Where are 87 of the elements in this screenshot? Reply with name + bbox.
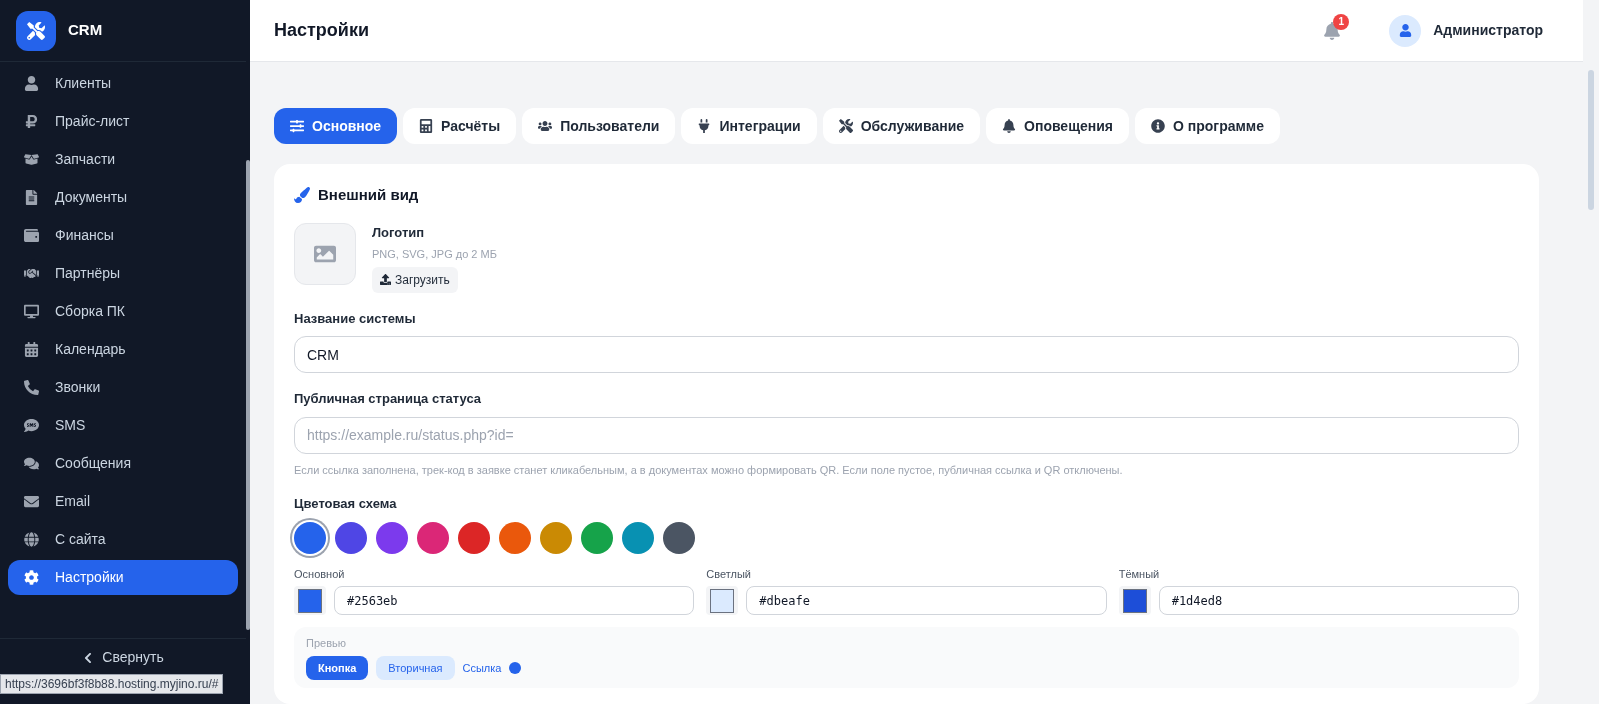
sidebar-item[interactable]: Сообщения xyxy=(8,446,238,481)
url-tooltip: https://3696bf3f8b88.hosting.myjino.ru/# xyxy=(0,674,224,694)
sidebar-item[interactable]: SMS xyxy=(8,408,238,443)
bell-icon xyxy=(1002,119,1017,133)
chat-icon xyxy=(24,456,39,471)
user-icon xyxy=(24,76,39,91)
upload-icon xyxy=(380,274,391,285)
system-name-field[interactable]: CRM xyxy=(294,336,1519,373)
sidebar-item[interactable]: С сайта xyxy=(8,522,238,557)
color-picker[interactable] xyxy=(710,588,735,613)
field-label: Публичная страница статуса xyxy=(294,390,482,408)
color-hex-field[interactable]: #2563eb xyxy=(334,586,695,615)
tools-icon xyxy=(838,119,853,133)
settings-tab[interactable]: Обслуживание xyxy=(822,108,981,144)
primary-button[interactable]: Кнопка xyxy=(306,655,369,680)
brand-name: CRM xyxy=(68,20,103,41)
sliders-icon xyxy=(290,119,304,133)
color-swatch[interactable] xyxy=(622,521,654,554)
collapse-button[interactable]: Свернуть xyxy=(82,647,164,668)
settings-icon xyxy=(24,570,39,585)
calculator-icon xyxy=(419,119,434,133)
avatar-icon xyxy=(1389,14,1422,47)
color-label: Тёмный xyxy=(1118,566,1161,582)
user-name[interactable]: Администратор xyxy=(1433,20,1543,41)
color-hex-field[interactable]: #1d4ed8 xyxy=(1158,586,1519,615)
field-label: Название системы xyxy=(294,309,417,328)
ruble-icon xyxy=(24,114,39,129)
box-icon xyxy=(24,152,39,167)
color-swatch[interactable] xyxy=(335,521,367,554)
color-label: Светлый xyxy=(706,566,752,582)
users-icon xyxy=(538,119,553,133)
globe-icon xyxy=(24,532,39,547)
sidebar-item[interactable]: Настройки xyxy=(8,560,238,595)
color-picker[interactable] xyxy=(298,588,322,613)
secondary-button[interactable]: Вторичная xyxy=(376,655,455,680)
sidebar-item[interactable]: Партнёры xyxy=(8,256,238,291)
logo-label: Логотип xyxy=(372,223,426,242)
color-swatch[interactable] xyxy=(376,521,408,554)
mail-icon xyxy=(24,494,39,509)
sidebar-item[interactable]: Документы xyxy=(8,180,238,215)
help-text: Если ссылка заполнена, трек-код в заявке станет кликабельным, а в документах можно формировать QR. Если поле пустое, публичная ссылка и QR отключены. xyxy=(294,462,1124,478)
wallet-icon xyxy=(24,228,39,243)
settings-tab[interactable]: Оповещения xyxy=(986,108,1129,144)
section-title: Внешний вид xyxy=(318,185,419,205)
settings-tab[interactable]: Основное xyxy=(274,108,398,144)
logo-hint: PNG, SVG, JPG до 2 МБ xyxy=(372,247,497,262)
phone-icon xyxy=(24,380,39,395)
color-swatch[interactable] xyxy=(417,521,449,554)
settings-tab[interactable]: Интеграции xyxy=(681,108,817,144)
brush-icon xyxy=(294,187,310,204)
info-icon xyxy=(1150,119,1165,133)
page-title: Настройки xyxy=(274,19,370,42)
sidebar-item[interactable]: Запчасти xyxy=(8,142,238,177)
calendar-icon xyxy=(24,342,39,357)
settings-tab[interactable]: Расчёты xyxy=(403,108,517,144)
notification-badge: 1 xyxy=(1333,13,1350,30)
sidebar-item[interactable]: Прайс-лист xyxy=(8,104,238,139)
settings-tab[interactable]: Пользователи xyxy=(522,108,676,144)
upload-button[interactable]: Загрузить xyxy=(372,266,458,293)
document-icon xyxy=(24,190,39,205)
logo-placeholder xyxy=(294,222,356,285)
field-label: Цветовая схема xyxy=(294,495,398,513)
sidebar-item[interactable]: Календарь xyxy=(8,332,238,367)
preview-link[interactable]: Ссылка xyxy=(462,659,502,676)
sidebar-item[interactable]: Клиенты xyxy=(8,66,238,101)
color-swatch[interactable] xyxy=(540,521,572,554)
notifications-button[interactable]: 1 xyxy=(1315,13,1350,48)
sidebar-item[interactable]: Финансы xyxy=(8,218,238,253)
color-picker[interactable] xyxy=(1122,588,1147,613)
settings-tab[interactable]: О программе xyxy=(1134,108,1280,144)
logo-icon xyxy=(16,10,56,51)
sidebar-item[interactable]: Звонки xyxy=(8,370,238,405)
sms-icon xyxy=(24,418,39,433)
monitor-icon xyxy=(24,304,39,319)
status-url-field[interactable]: https://example.ru/status.php?id= xyxy=(294,416,1519,454)
sidebar-item[interactable]: Сборка ПК xyxy=(8,294,238,329)
handshake-icon xyxy=(24,266,39,281)
color-swatch[interactable] xyxy=(581,521,613,554)
color-label: Основной xyxy=(294,566,346,582)
color-swatch[interactable] xyxy=(458,521,490,554)
color-hex-field[interactable]: #dbeafe xyxy=(746,586,1107,615)
preview-label: Превью xyxy=(306,636,347,651)
color-swatch[interactable] xyxy=(663,521,695,554)
plug-icon xyxy=(697,119,712,133)
color-swatch[interactable] xyxy=(499,521,531,554)
sidebar-item[interactable]: Email xyxy=(8,484,238,519)
color-swatch[interactable] xyxy=(294,521,326,554)
